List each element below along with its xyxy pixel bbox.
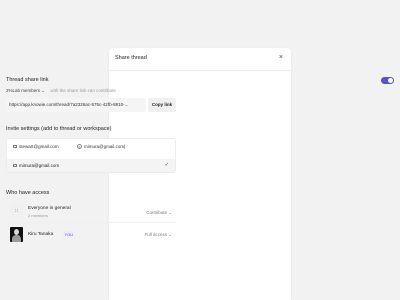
- suggestion-label: mimura@gmail.com: [13, 159, 59, 172]
- access-name: Kiru Tanaka: [28, 232, 54, 237]
- share-dialog: Share thread ×: [109, 48, 291, 300]
- invite-title: Invite settings (add to thread or worksp…: [6, 126, 112, 132]
- share-link-toggle[interactable]: [381, 77, 394, 84]
- access-sub: 2 members: [28, 213, 49, 218]
- permission-row: 2%Lab members ⌄ with the share link can …: [6, 88, 116, 94]
- suggestion-item[interactable]: mimura@gmail.com ✓: [7, 159, 175, 172]
- copy-link-button[interactable]: Copy link: [148, 98, 176, 112]
- mail-icon: [13, 145, 17, 149]
- access-row: Kiru Tanaka YOU Full access ⌄: [6, 225, 176, 245]
- access-title: Who have access: [6, 190, 50, 196]
- chip-email: mimura@gmail.com: [84, 144, 125, 149]
- dialog-title: Share thread: [115, 55, 147, 61]
- close-icon[interactable]: ×: [279, 53, 283, 63]
- access-name: Everyone in general: [28, 206, 71, 211]
- role-select[interactable]: Contribute ⌄: [146, 210, 172, 216]
- suggestion-email: mimura@gmail.com: [19, 163, 60, 168]
- dialog-header: Share thread ×: [109, 48, 291, 71]
- share-link-title: Thread share link: [6, 77, 49, 83]
- avatar: [10, 227, 23, 242]
- remove-icon[interactable]: ×: [77, 144, 82, 150]
- access-row: ∷ Everyone in general 2 members Contribu…: [6, 202, 176, 223]
- invite-chip[interactable]: × mimura@gmail.com|: [77, 144, 125, 150]
- group-icon: ∷: [10, 205, 23, 218]
- invite-chip[interactable]: stewart@gmail.com: [13, 144, 59, 149]
- share-link-field[interactable]: https://app.knowie.com/thread/7a2326ac-5…: [6, 98, 146, 112]
- invite-input[interactable]: stewart@gmail.com × mimura@gmail.com| mim…: [6, 138, 176, 173]
- chevron-down-icon: ⌄: [41, 88, 46, 93]
- role-select[interactable]: Full access ⌄: [144, 232, 172, 238]
- chip-email: stewart@gmail.com: [19, 144, 59, 149]
- permission-select-label: 2%Lab members: [6, 88, 41, 93]
- check-icon: ✓: [164, 162, 169, 168]
- you-badge: YOU: [63, 231, 75, 237]
- permission-note: with the share link can contribute: [50, 88, 116, 93]
- mail-icon: [13, 164, 17, 168]
- permission-select[interactable]: 2%Lab members ⌄: [6, 88, 45, 93]
